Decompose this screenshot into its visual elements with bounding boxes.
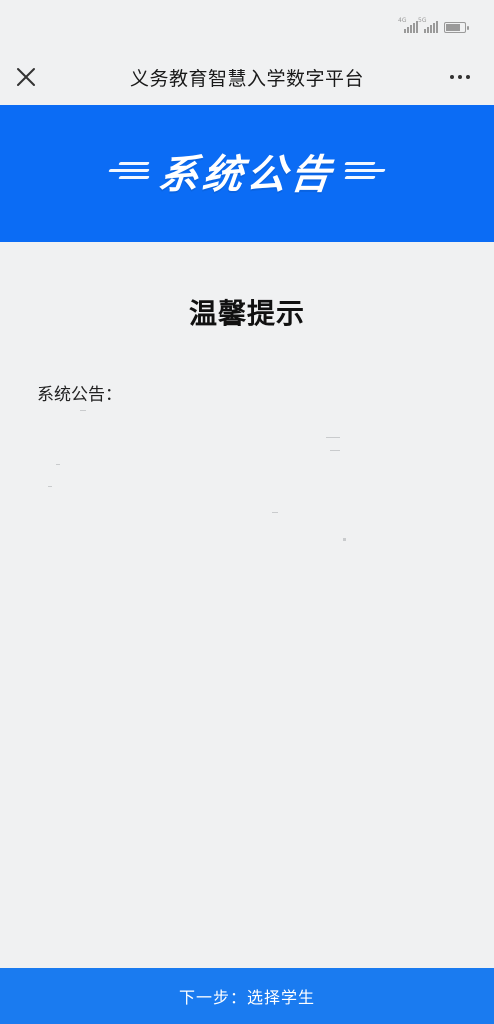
status-icons: 4G 5G — [398, 17, 469, 33]
announcement-banner: 系统公告 — [0, 105, 494, 242]
nav-bar: 义务教育智慧入学数字平台 — [0, 50, 494, 105]
more-icon — [450, 75, 454, 79]
next-step-button[interactable]: 下一步：选择学生 — [0, 968, 494, 1024]
signal-tag: 4G — [398, 17, 407, 24]
speed-lines-icon — [108, 162, 150, 179]
next-step-label: 下一步：选择学生 — [178, 988, 315, 1007]
banner-inner: 系统公告 — [108, 142, 386, 200]
app-screen: 4G 5G 义务教育智慧入学数字平台 系统公告 温馨提示 系统公告： 下一步：选… — [0, 0, 494, 1024]
signal-icon: 5G — [418, 17, 438, 33]
more-icon — [458, 75, 462, 79]
speed-lines-icon — [344, 162, 386, 179]
banner-title: 系统公告 — [156, 151, 337, 198]
more-icon — [466, 75, 470, 79]
status-bar: 4G 5G — [0, 0, 494, 50]
page-title: 义务教育智慧入学数字平台 — [129, 68, 364, 90]
signal-tag: 5G — [418, 17, 427, 24]
notice-content: 温馨提示 系统公告： — [0, 242, 494, 968]
battery-icon — [444, 22, 469, 33]
faded-text-artifacts — [0, 242, 494, 642]
close-icon — [17, 68, 35, 86]
signal-icon: 4G — [398, 17, 418, 33]
more-button[interactable] — [444, 63, 476, 91]
close-button[interactable] — [12, 63, 40, 91]
